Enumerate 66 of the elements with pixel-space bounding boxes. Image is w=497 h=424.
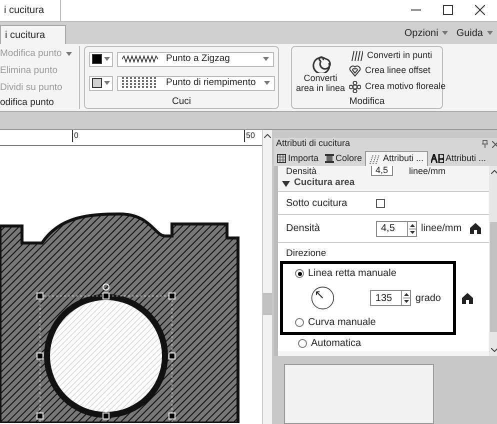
checkbox[interactable] — [376, 198, 385, 208]
ribbon-button[interactable]: Crea motivo floreale — [349, 80, 446, 94]
pin-icon[interactable] — [482, 140, 488, 148]
radio-label: Automatica — [311, 337, 362, 352]
property-label: Densità — [286, 167, 317, 176]
scroll-up-icon[interactable] — [264, 134, 271, 138]
menu-item[interactable]: Guida — [456, 26, 493, 40]
panel-tab[interactable]: Attributi ... — [365, 151, 428, 166]
radio-label: Curva manuale — [308, 316, 376, 330]
maximize-icon[interactable] — [443, 5, 453, 15]
caret-icon — [264, 81, 270, 85]
panel-title: Attributi di cucitura — [276, 137, 350, 150]
caret-icon — [66, 52, 72, 56]
panel-tab[interactable]: Attributi ... — [428, 151, 490, 166]
menu-item[interactable]: Opzioni — [404, 26, 448, 40]
ruler-label: 0 — [72, 130, 78, 142]
caret-icon — [442, 31, 448, 35]
spin-field[interactable]: 4,5 — [376, 220, 417, 236]
radio-button[interactable] — [295, 318, 304, 328]
radio-label: Linea retta manuale — [308, 267, 396, 282]
stitch-dropdown[interactable]: Punto a Zigzag — [117, 52, 274, 66]
unit-label: linee/mm — [421, 222, 462, 236]
property-label: Densità — [286, 222, 321, 236]
ribbon-tab[interactable]: i cucitura — [0, 25, 66, 44]
group-label: Cuci — [170, 95, 192, 108]
house-icon — [470, 223, 481, 234]
value-field: 4,5 — [370, 166, 394, 176]
spinner-arrows-icon[interactable] — [401, 291, 410, 306]
scroll-thumb[interactable] — [490, 222, 497, 332]
group-label: odifica punto — [0, 96, 55, 109]
color-picker[interactable] — [89, 52, 113, 66]
ruler-label: 50 — [244, 130, 255, 142]
radio-button[interactable] — [295, 269, 304, 278]
scroll-thumb[interactable] — [263, 293, 272, 315]
spinner-arrows-icon[interactable] — [407, 222, 416, 236]
spin-field[interactable]: 135 — [370, 290, 412, 306]
caret-icon — [104, 81, 110, 85]
house-icon — [462, 292, 473, 304]
fill-stitch-icon — [122, 77, 158, 89]
unit-label: linee/mm — [409, 167, 446, 176]
stitch-pattern-icon — [369, 154, 382, 164]
radio-button[interactable] — [298, 339, 307, 348]
caret-icon — [104, 57, 110, 61]
caret-icon — [487, 31, 493, 35]
caret-icon — [263, 57, 269, 61]
property-label: Sotto cucitura — [286, 196, 348, 210]
panel-tab[interactable]: Colore — [322, 151, 366, 166]
stitch-dropdown[interactable]: Punto di riempimento — [117, 76, 275, 90]
scroll-up-icon[interactable] — [491, 170, 497, 174]
panel-tab[interactable]: Importa — [274, 151, 322, 166]
property-label: Direzione — [286, 247, 328, 261]
flower-icon — [349, 80, 362, 92]
close-icon[interactable] — [475, 5, 485, 15]
convert-button[interactable]: Converti area in linea — [296, 49, 346, 93]
zigzag-stitch-icon — [122, 55, 158, 63]
heart-icon — [349, 65, 362, 77]
group-label: Modifica — [348, 95, 386, 108]
scroll-down-icon[interactable] — [491, 348, 497, 352]
unit-label: grado — [415, 292, 441, 306]
grid-icon — [277, 154, 286, 163]
letters-icon — [430, 154, 444, 163]
spool-icon — [324, 154, 334, 163]
color-picker[interactable] — [89, 76, 113, 90]
slanted-lines-icon — [349, 50, 364, 62]
ribbon-button[interactable]: Crea linee offset — [349, 64, 446, 78]
ribbon-button[interactable]: Converti in punti — [349, 48, 446, 62]
